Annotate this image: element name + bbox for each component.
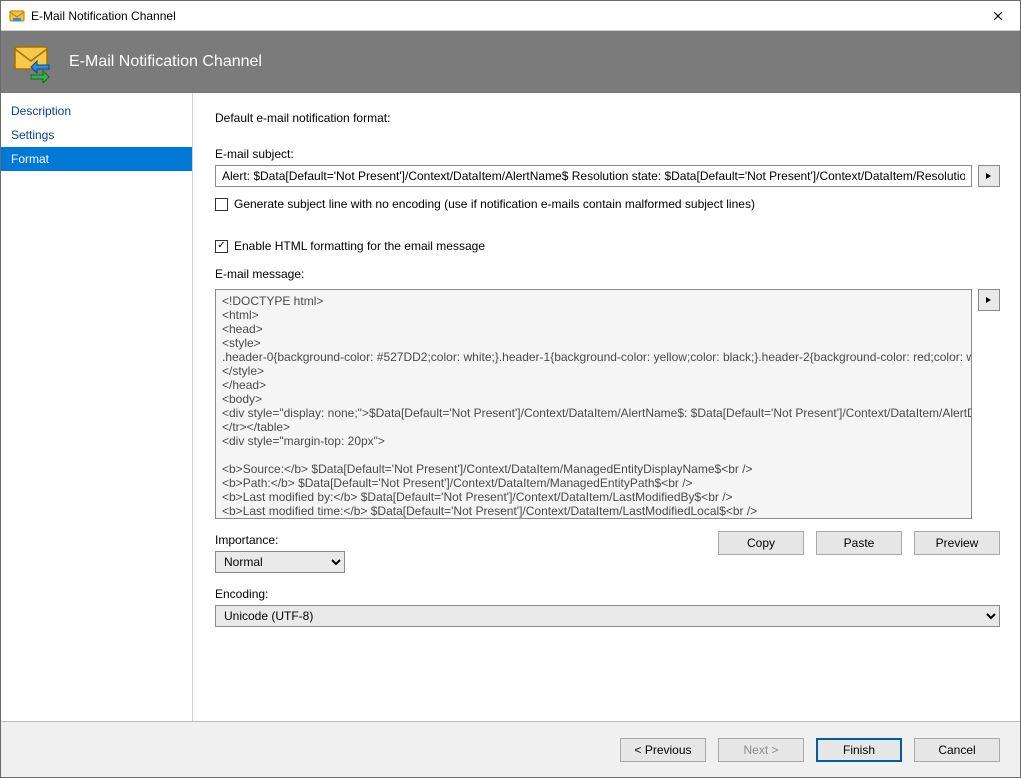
html-format-checkbox[interactable] — [215, 240, 228, 253]
header-title: E-Mail Notification Channel — [69, 53, 262, 71]
message-label: E-mail message: — [215, 267, 1000, 281]
no-encoding-checkbox[interactable] — [215, 198, 228, 211]
subject-insert-button[interactable] — [978, 165, 1000, 187]
window-title: E-Mail Notification Channel — [31, 9, 975, 23]
wizard-footer: < Previous Next > Finish Cancel — [1, 721, 1020, 777]
copy-button[interactable]: Copy — [718, 531, 804, 555]
content-pane: Default e-mail notification format: E-ma… — [193, 93, 1020, 721]
close-button[interactable] — [975, 1, 1020, 30]
importance-select[interactable]: Normal — [215, 551, 345, 573]
message-textarea[interactable] — [215, 289, 972, 519]
sidebar: Description Settings Format — [1, 93, 193, 721]
html-format-label: Enable HTML formatting for the email mes… — [234, 239, 485, 253]
previous-button[interactable]: < Previous — [620, 738, 706, 762]
sidebar-item-format[interactable]: Format — [1, 147, 192, 171]
preview-button[interactable]: Preview — [914, 531, 1000, 555]
sidebar-item-settings[interactable]: Settings — [1, 123, 192, 147]
titlebar: E-Mail Notification Channel — [1, 1, 1020, 31]
intro-text: Default e-mail notification format: — [215, 111, 1000, 125]
importance-label: Importance: — [215, 533, 345, 547]
encoding-select[interactable]: Unicode (UTF-8) — [215, 605, 1000, 627]
no-encoding-label: Generate subject line with no encoding (… — [234, 197, 755, 211]
body: Description Settings Format Default e-ma… — [1, 93, 1020, 721]
message-insert-button[interactable] — [978, 289, 1000, 311]
encoding-label: Encoding: — [215, 587, 1000, 601]
no-encoding-checkbox-row[interactable]: Generate subject line with no encoding (… — [215, 197, 1000, 211]
paste-button[interactable]: Paste — [816, 531, 902, 555]
mail-channel-icon — [13, 41, 55, 83]
finish-button[interactable]: Finish — [816, 738, 902, 762]
sidebar-item-description[interactable]: Description — [1, 99, 192, 123]
header-band: E-Mail Notification Channel — [1, 31, 1020, 93]
cancel-button[interactable]: Cancel — [914, 738, 1000, 762]
next-button: Next > — [718, 738, 804, 762]
html-format-checkbox-row[interactable]: Enable HTML formatting for the email mes… — [215, 239, 1000, 253]
app-icon — [9, 8, 25, 24]
dialog-window: E-Mail Notification Channel E-Mail Notif… — [0, 0, 1021, 778]
subject-input[interactable] — [215, 165, 972, 187]
subject-label: E-mail subject: — [215, 147, 1000, 161]
